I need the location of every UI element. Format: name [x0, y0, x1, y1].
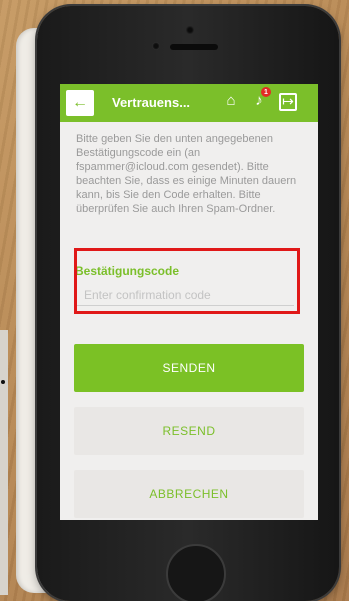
resend-button[interactable]: RESEND	[74, 407, 304, 455]
marker-dot	[1, 380, 5, 384]
highlight-box	[74, 248, 300, 314]
notification-badge: 1	[261, 87, 271, 97]
earpiece-grille	[170, 44, 218, 50]
cancel-button[interactable]: ABBRECHEN	[74, 470, 304, 518]
back-arrow-icon[interactable]: ←	[66, 90, 94, 116]
case-edge	[0, 330, 8, 595]
home-icon[interactable]: ⌂	[221, 92, 241, 112]
page-title: Vertrauens...	[112, 95, 191, 110]
send-button[interactable]: SENDEN	[74, 344, 304, 392]
home-button[interactable]	[166, 544, 226, 601]
front-speaker-dot	[186, 26, 194, 34]
logout-icon[interactable]: ↦	[279, 93, 297, 111]
instruction-text: Bitte geben Sie den unten angegebenen Be…	[76, 133, 297, 215]
app-bar: ← Vertrauens... ⌂ ♪ 1 ↦	[60, 84, 318, 122]
front-camera	[152, 42, 160, 50]
